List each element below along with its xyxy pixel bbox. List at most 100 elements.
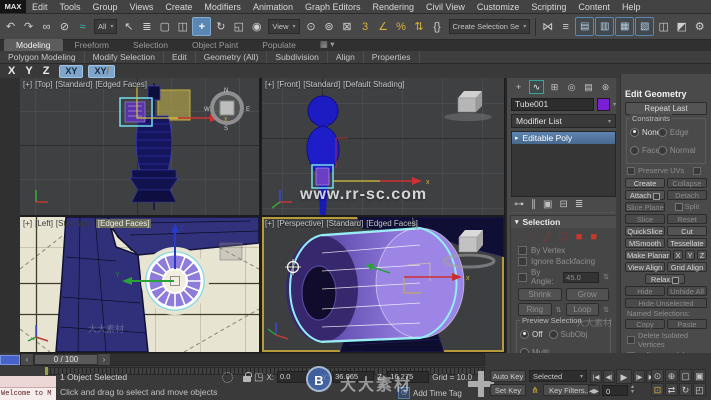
viewport-perspective[interactable]: x [+] [Perspective] [Stand — [262, 217, 504, 352]
viewport-renderer-label[interactable]: [Standard] — [303, 80, 340, 89]
pan-icon[interactable]: ⇄ — [665, 383, 678, 396]
viewport-shading-label[interactable]: [Edged Faces] — [366, 219, 418, 228]
bind-to-space-warp-icon[interactable]: ≈ — [74, 18, 91, 35]
by-vertex-checkbox[interactable] — [518, 246, 527, 255]
preserve-uvs-checkbox[interactable] — [627, 167, 635, 175]
redo-icon[interactable]: ↷ — [20, 18, 37, 35]
mini-listener-toggle[interactable] — [0, 355, 20, 365]
named-selection-set-dropdown[interactable]: Create Selection Se▾ — [449, 19, 531, 34]
constraint-none-radio[interactable]: None — [630, 128, 656, 137]
subtab-subdivision[interactable]: Subdivision — [267, 51, 327, 63]
material-editor-icon[interactable]: ◩ — [673, 18, 690, 35]
viewport-top[interactable]: x N S W E [+] [Top] [Standard] [Edged Fa… — [20, 78, 259, 215]
isolate-selection-icon[interactable] — [222, 372, 233, 383]
align-icon[interactable]: ≡ — [557, 18, 574, 35]
compass-south-label[interactable]: S — [224, 126, 228, 132]
selection-filter-dropdown[interactable]: All▾ — [94, 19, 117, 34]
select-and-link-icon[interactable]: ∞ — [38, 18, 55, 35]
absolute-mode-icon[interactable]: ◳ — [254, 372, 263, 383]
compass-west-label[interactable]: W — [204, 107, 210, 113]
quickslice-button[interactable]: QuickSlice — [625, 226, 665, 236]
zoom-all-icon[interactable]: ⊕ — [665, 369, 678, 382]
preserve-uvs-settings-icon[interactable] — [693, 167, 701, 175]
menu-animation[interactable]: Animation — [247, 2, 299, 12]
by-angle-field[interactable]: 45.0 — [563, 272, 599, 283]
element-subobject-icon[interactable]: ■ — [590, 231, 597, 243]
go-to-start-button[interactable]: |◀ — [590, 370, 602, 383]
menu-create[interactable]: Create — [159, 2, 198, 12]
select-and-scale-icon[interactable]: ◱ — [230, 18, 247, 35]
select-and-rotate-icon[interactable]: ↻ — [212, 18, 229, 35]
display-tab-icon[interactable]: ▤ — [582, 81, 595, 93]
menu-graph-editors[interactable]: Graph Editors — [299, 2, 367, 12]
menu-views[interactable]: Views — [124, 2, 160, 12]
spinner-icon[interactable]: ⇅ — [603, 306, 609, 314]
ribbon-display-icon[interactable]: ▦ ▾ — [308, 38, 347, 51]
subtab-edit[interactable]: Edit — [164, 51, 196, 63]
spinner-snap-icon[interactable]: ⇅ — [411, 18, 428, 35]
next-frame-button[interactable]: |▶ — [633, 370, 645, 383]
tab-selection[interactable]: Selection — [121, 39, 180, 51]
delete-isolated-vertices-checkbox[interactable] — [627, 336, 635, 344]
menu-edit[interactable]: Edit — [26, 2, 54, 12]
by-angle-checkbox[interactable] — [518, 273, 527, 282]
viewcube-ghost[interactable] — [220, 243, 242, 260]
compass-east-label[interactable]: E — [246, 107, 250, 113]
polygon-subobject-icon[interactable]: ■ — [576, 231, 583, 243]
viewport-menu-button[interactable]: [+] — [265, 80, 274, 89]
object-color-swatch[interactable] — [597, 98, 610, 111]
time-slider[interactable]: ‹ 0 / 100 › — [20, 353, 485, 366]
make-unique-icon[interactable]: ▣ — [543, 199, 552, 210]
ribbon-toggle-icon[interactable]: ▦ — [615, 17, 634, 36]
curve-editor-icon[interactable]: ▧ — [635, 17, 654, 36]
maxscript-mini-listener[interactable]: Welcome to M — [0, 376, 56, 400]
make-planar-x-button[interactable]: X — [673, 250, 683, 260]
menu-scripting[interactable]: Scripting — [525, 2, 572, 12]
compass-north-label[interactable]: N — [224, 88, 228, 94]
select-and-manipulate-icon[interactable]: ⊚ — [321, 18, 338, 35]
scene-explorer-icon[interactable]: ▤ — [575, 17, 594, 36]
spinner-icon[interactable]: ⇅ — [556, 306, 562, 314]
vertex-subobject-icon[interactable]: ∴ — [530, 231, 536, 243]
remove-modifier-icon[interactable]: ⊟ — [559, 199, 567, 210]
hierarchy-tab-icon[interactable]: ⊞ — [548, 81, 561, 93]
frame-spinner[interactable]: ▴▾ — [629, 385, 636, 396]
view-align-button[interactable]: View Align — [625, 262, 665, 272]
selection-rollout-header[interactable]: ▾ Selection — [511, 216, 616, 228]
preview-subobj-radio[interactable]: SubObj — [549, 330, 588, 339]
time-back-arrow[interactable]: ‹ — [21, 354, 34, 365]
perspective-viewport-canvas[interactable]: x — [262, 217, 504, 352]
xy-constraint-button[interactable]: XY — [59, 65, 83, 78]
menu-group[interactable]: Group — [87, 2, 124, 12]
grid-align-button[interactable]: Grid Align — [667, 262, 707, 272]
loop-button[interactable]: Loop — [566, 303, 600, 316]
configure-modifier-sets-icon[interactable]: ≣ — [575, 199, 583, 210]
app-logo[interactable]: MAX — [0, 0, 26, 13]
xy-edit-constraint-button[interactable]: XY/ — [88, 65, 115, 78]
slice-plane-button[interactable]: Slice Plane — [625, 202, 665, 212]
paste-button[interactable]: Paste — [667, 319, 707, 329]
viewport-renderer-label[interactable]: [Standard] — [56, 219, 93, 228]
time-slider-handle[interactable]: 0 / 100 — [34, 354, 98, 365]
play-button[interactable]: ▶ — [616, 369, 632, 384]
subtab-align[interactable]: Align — [328, 51, 364, 63]
window-crossing-icon[interactable]: ◫ — [174, 18, 191, 35]
copy-button[interactable]: Copy — [625, 319, 665, 329]
hide-unselected-button[interactable]: Hide Unselected — [625, 298, 707, 308]
reference-coordinate-dropdown[interactable]: View▾ — [268, 19, 299, 34]
orbit-icon[interactable]: ↻ — [679, 383, 692, 396]
modifier-list-dropdown[interactable]: Modifier List ▾ — [511, 114, 616, 128]
hide-selected-button[interactable]: Hide Selected — [625, 286, 665, 296]
grow-button[interactable]: Grow — [566, 288, 610, 301]
select-and-place-icon[interactable]: ◉ — [248, 18, 265, 35]
top-viewport-canvas[interactable]: x N S W E — [20, 78, 259, 215]
ignore-backfacing-checkbox[interactable] — [518, 257, 527, 266]
make-planar-y-button[interactable]: Y — [685, 250, 695, 260]
create-tab-icon[interactable]: + — [512, 81, 525, 93]
relax-button[interactable]: Relax — [645, 274, 685, 284]
key-filter-dropdown[interactable]: Selected ▾ — [529, 370, 587, 382]
left-viewport-canvas[interactable]: Y Z — [20, 217, 259, 352]
select-and-move-icon[interactable]: + — [192, 17, 211, 36]
spinner-icon[interactable]: ⇅ — [603, 273, 609, 281]
make-planar-button[interactable]: Make Planar — [625, 250, 671, 260]
